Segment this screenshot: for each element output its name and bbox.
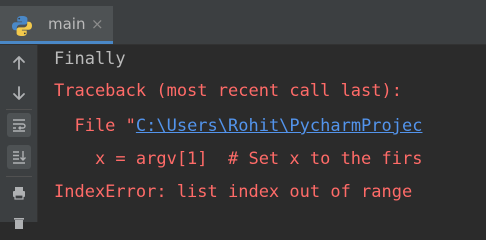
output-line: Finally [54, 49, 126, 69]
file-prefix: File " [54, 116, 136, 136]
console-toolbar [0, 45, 38, 229]
traceback-file-line: File "C:\Users\Rohit\PycharmProjec [54, 115, 422, 137]
toolbar-separator [6, 176, 32, 177]
tab-label: main [48, 15, 86, 33]
print-icon[interactable] [7, 181, 31, 205]
tab-bar: main × [0, 0, 486, 45]
error-message: IndexError: list index out of range [54, 182, 413, 202]
file-path-link[interactable]: C:\Users\Rohit\PycharmProjec [136, 116, 423, 136]
toolbar-separator [6, 109, 32, 110]
down-arrow-icon[interactable] [7, 81, 31, 105]
python-icon [12, 16, 32, 36]
tab-main[interactable]: main × [0, 6, 113, 44]
console-output[interactable]: Finally Traceback (most recent call last… [38, 45, 486, 222]
traceback-code-line: x = argv[1] # Set x to the firs [54, 149, 423, 169]
delete-icon[interactable] [7, 211, 31, 235]
soft-wrap-icon[interactable] [7, 113, 31, 137]
run-window: main × Finally Traceback (most recent ca… [0, 0, 486, 229]
scroll-to-end-icon[interactable] [7, 145, 31, 169]
close-icon[interactable]: × [91, 14, 104, 34]
traceback-header: Traceback (most recent call last): [54, 81, 402, 101]
up-arrow-icon[interactable] [7, 51, 31, 75]
